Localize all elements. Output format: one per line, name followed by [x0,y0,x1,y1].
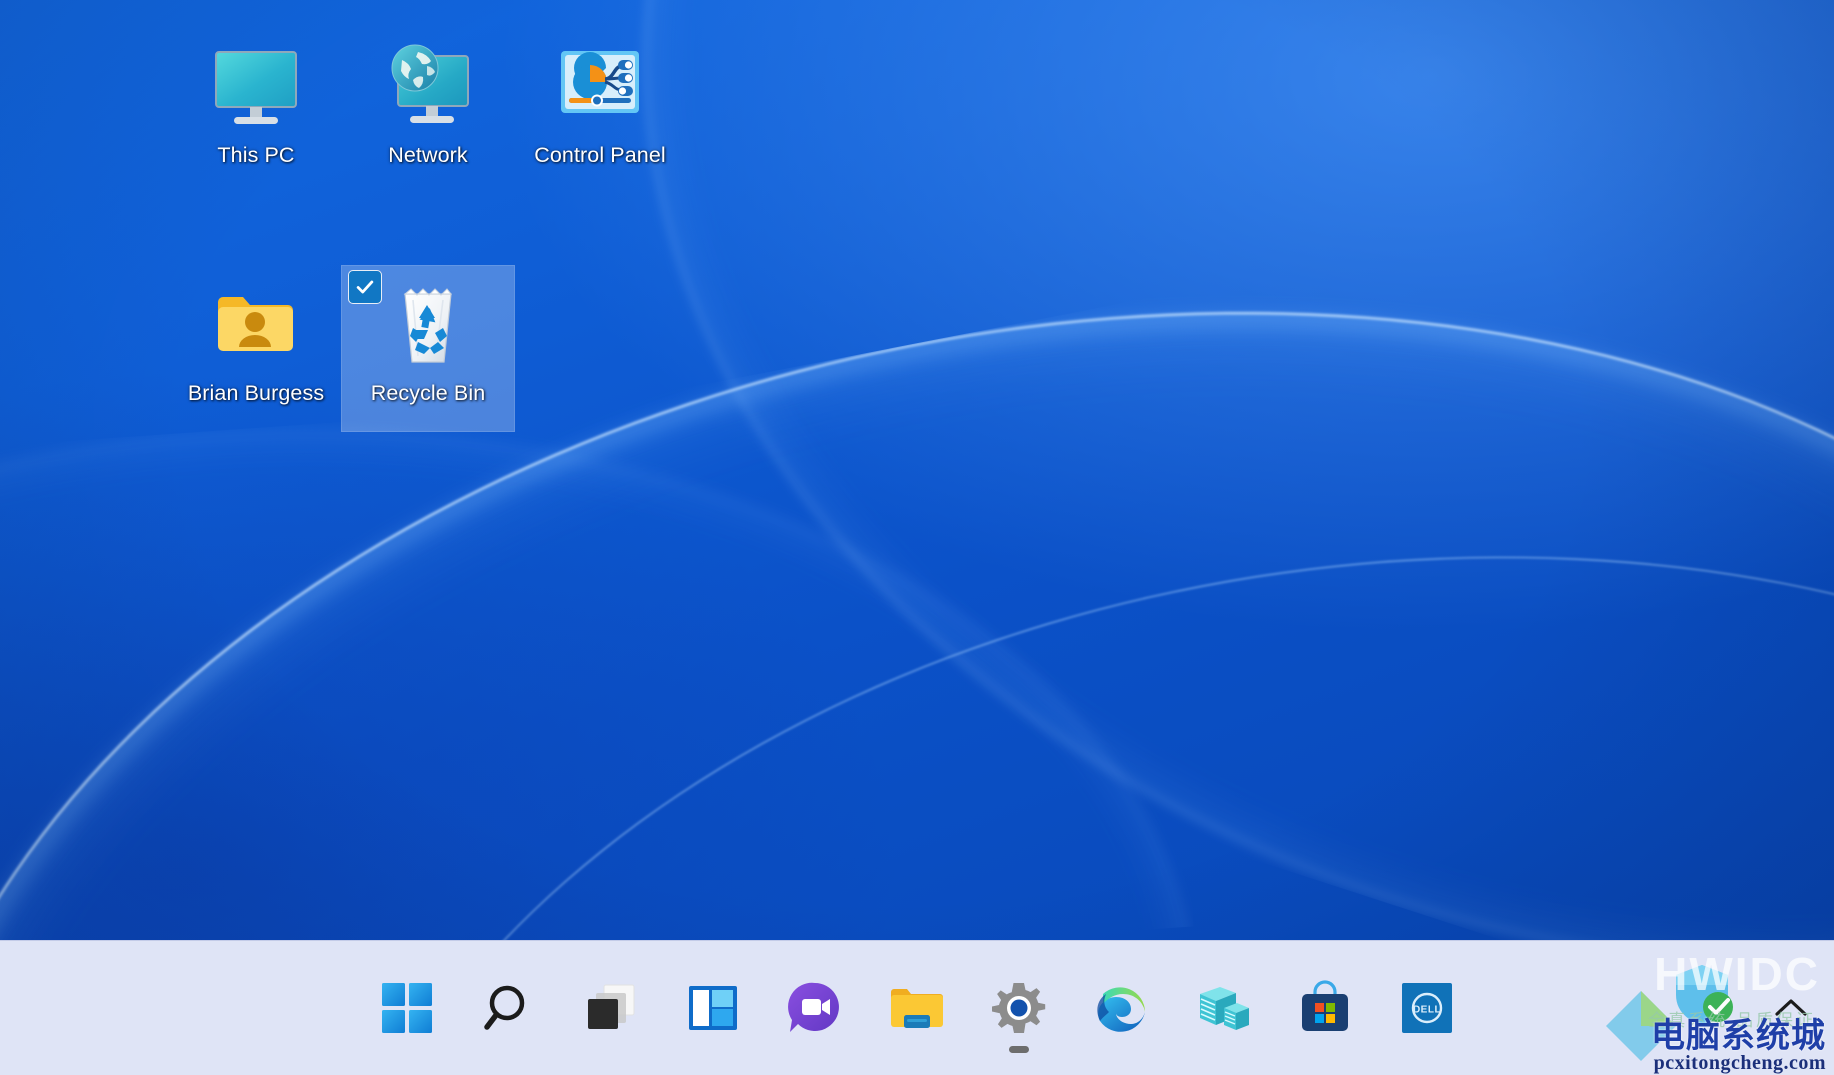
control-panel-icon [552,38,648,134]
taskbar-button-task-view[interactable] [560,952,662,1064]
server-blocks-icon [1192,977,1254,1039]
taskbar-button-store[interactable] [1274,952,1376,1064]
tray-button-show-hidden-icons[interactable] [1760,968,1822,1048]
taskbar-active-indicator [1009,1046,1029,1053]
recycle-bin-icon [380,276,476,372]
edge-icon [1090,977,1152,1039]
store-bag-icon [1294,977,1356,1039]
monitor-icon [208,38,304,134]
desktop-icon-label: Network [388,143,468,168]
dell-icon: DELL [1396,977,1458,1039]
desktop-icon-user-folder[interactable]: Brian Burgess [170,266,342,431]
taskbar-button-widgets[interactable] [662,952,764,1064]
desktop-icon-control-panel[interactable]: Control Panel [514,28,686,193]
desktop-icon-recycle-bin[interactable]: Recycle Bin [342,266,514,431]
taskbar-button-file-explorer[interactable] [866,952,968,1064]
watermark-diamond-icon [1598,983,1684,1069]
taskbar-button-chat[interactable] [764,952,866,1064]
desktop-icon-this-pc[interactable]: This PC [170,28,342,193]
task-view-icon [580,977,642,1039]
taskbar-button-start[interactable] [356,952,458,1064]
taskbar-button-settings[interactable] [968,952,1070,1064]
taskbar-button-search[interactable] [458,952,560,1064]
taskbar-center-group: DELL [356,952,1478,1064]
search-icon [478,977,540,1039]
gear-icon [988,977,1050,1039]
watermark-shield-icon [1666,959,1738,1031]
folder-icon [886,977,948,1039]
selection-checkbox-icon[interactable] [348,270,382,304]
user-folder-icon [208,276,304,372]
taskbar-system-tray [1760,940,1834,1075]
taskbar-button-edge[interactable] [1070,952,1172,1064]
widgets-icon [682,977,744,1039]
chat-video-icon [784,977,846,1039]
windows-logo-icon [376,977,438,1039]
desktop-icon-label: Recycle Bin [371,381,486,406]
svg-text:DELL: DELL [1413,1005,1441,1016]
taskbar-button-office[interactable] [1172,952,1274,1064]
desktop-icon-label: This PC [217,143,294,168]
desktop-icon-grid: This PC [170,28,686,431]
network-globe-icon [380,38,476,134]
taskbar-button-dell[interactable]: DELL [1376,952,1478,1064]
desktop-icon-label: Brian Burgess [188,381,324,406]
desktop-screen: This PC [0,0,1834,1075]
taskbar: DELL HWIDC 全真系统 品质保证 电脑系统城 pcxitong [0,940,1834,1075]
chevron-up-icon [1771,994,1811,1022]
desktop-icon-label: Control Panel [534,143,666,168]
desktop-icon-network[interactable]: Network [342,28,514,193]
